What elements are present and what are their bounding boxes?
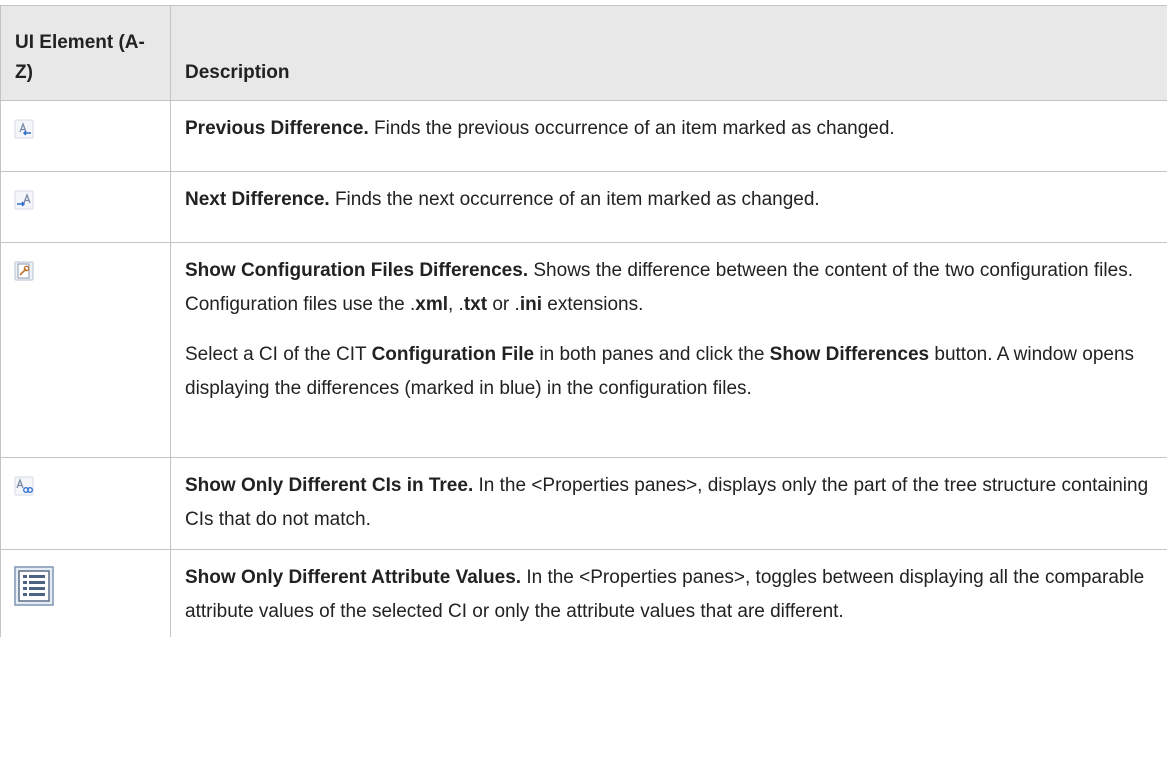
show-config-file-differences-icon [14,259,34,281]
description-cell: Show Only Different CIs in Tree. In the … [170,457,1167,550]
show-only-different-cis-icon [14,474,34,496]
element-title: Show Configuration Files Differences. [185,260,529,281]
table-row: Show Only Different CIs in Tree. In the … [0,457,1167,550]
icon-cell [0,242,171,458]
description-cell: Show Configuration Files Differences. Sh… [170,242,1167,458]
next-difference-icon [14,188,34,210]
show-only-different-attributes-icon [14,566,54,606]
element-title: Show Only Different Attribute Values. [185,567,522,588]
icon-cell [0,549,171,637]
ui-element-table: UI Element (A-Z) Description Previous Di… [0,5,1167,637]
icon-cell [0,100,171,172]
icon-cell [0,171,171,243]
element-title: Show Only Different CIs in Tree. [185,475,474,496]
table-row: Next Difference. Finds the next occurren… [0,171,1167,243]
table-header-row: UI Element (A-Z) Description [0,5,1167,101]
previous-difference-icon [14,117,34,139]
description-cell: Previous Difference. Finds the previous … [170,100,1167,172]
element-description: Finds the next occurrence of an item mar… [329,189,820,210]
table-row: Show Only Different Attribute Values. In… [0,549,1167,637]
header-ui-element: UI Element (A-Z) [0,5,171,101]
icon-cell [0,457,171,550]
header-description: Description [170,5,1167,101]
description-cell: Show Only Different Attribute Values. In… [170,549,1167,637]
element-description: Finds the previous occurrence of an item… [368,118,895,139]
table-row: Previous Difference. Finds the previous … [0,100,1167,172]
element-title: Next Difference. [185,189,330,210]
table-row: Show Configuration Files Differences. Sh… [0,242,1167,458]
element-title: Previous Difference. [185,118,369,139]
description-cell: Next Difference. Finds the next occurren… [170,171,1167,243]
